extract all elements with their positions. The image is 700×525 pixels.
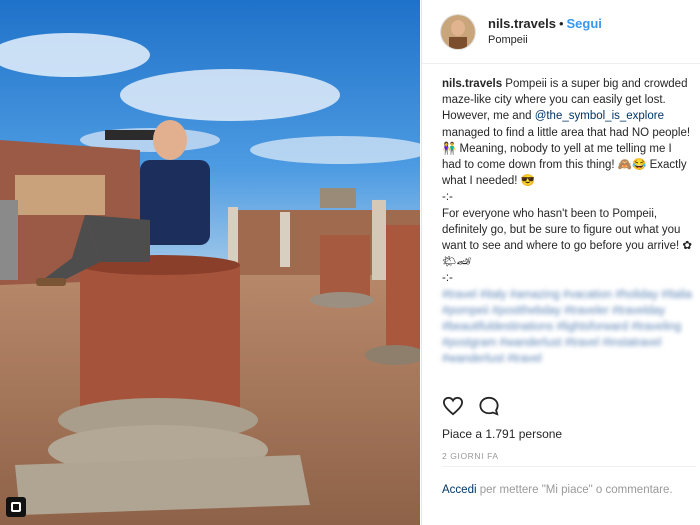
caption-text-2: managed to find a little area that had N…: [442, 126, 691, 188]
caption-separator: -:-: [442, 191, 453, 204]
separator-dot: •: [558, 15, 564, 31]
caption-text-3: For everyone who hasn't been to Pompeii,…: [442, 207, 693, 269]
login-prompt-text: per mettere "Mi piace" o commentare.: [476, 484, 673, 496]
username-link[interactable]: nils.travels: [488, 16, 556, 31]
gallery-icon: [6, 497, 26, 517]
divider: [442, 466, 696, 467]
caption-mention[interactable]: @the_symbol_is_explore: [535, 110, 664, 122]
caption-username[interactable]: nils.travels: [442, 78, 502, 90]
post-photo[interactable]: [0, 0, 420, 525]
post-caption: nils.travels Pompeii is a super big and …: [442, 76, 694, 368]
post-timestamp[interactable]: 2 GIORNI FA: [442, 451, 499, 461]
login-prompt: Accedi per mettere "Mi piace" o commenta…: [442, 482, 682, 498]
action-bar: [442, 396, 500, 421]
location-link[interactable]: Pompeii: [488, 32, 602, 49]
caption-separator: -:-: [442, 272, 453, 285]
likes-count[interactable]: Piace a 1.791 persone: [442, 427, 562, 441]
heart-outline-icon[interactable]: [442, 396, 464, 421]
caption-hashtags: #travel #italy #amazing #vacation #holid…: [442, 288, 692, 366]
post-panel: nils.travels • Segui Pompeii nils.travels …: [421, 0, 700, 525]
post-header: nils.travels • Segui Pompeii: [422, 0, 700, 64]
avatar[interactable]: [440, 13, 476, 50]
speech-bubble-icon[interactable]: [478, 396, 500, 421]
login-link[interactable]: Accedi: [442, 484, 477, 496]
follow-button[interactable]: Segui: [567, 16, 602, 31]
pompeii-photo-illustration: [0, 0, 420, 525]
